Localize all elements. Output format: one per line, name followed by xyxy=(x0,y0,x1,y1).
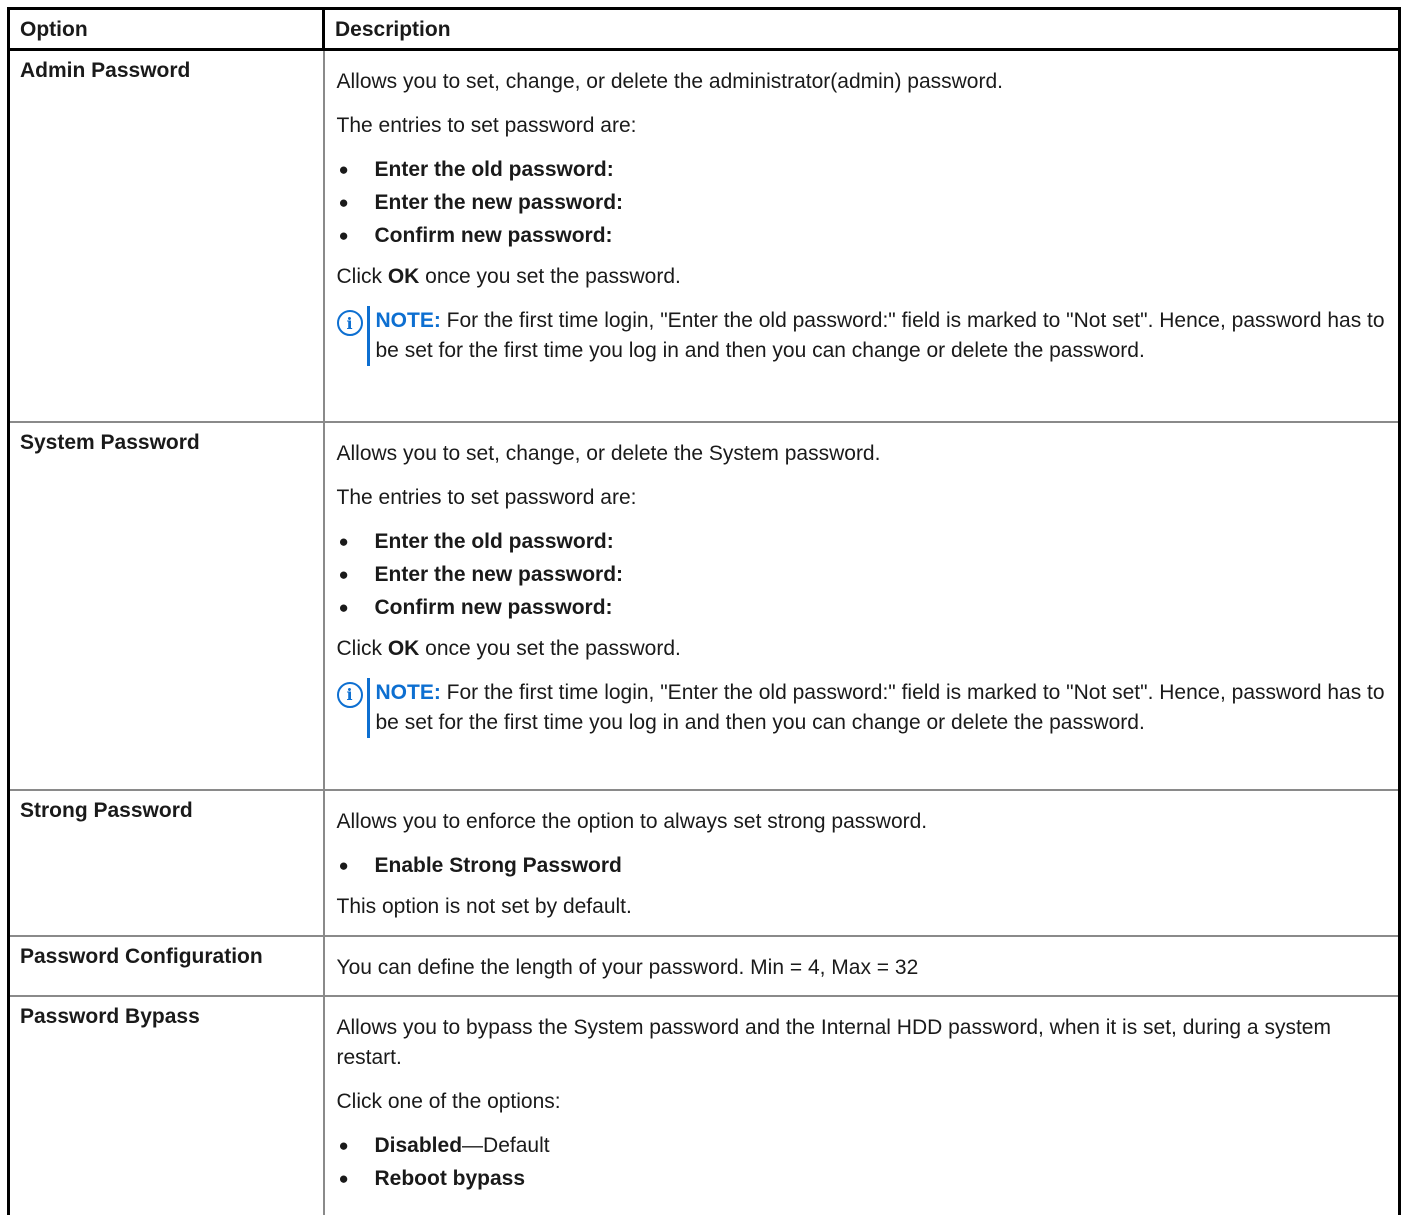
list-item: ● Enable Strong Password xyxy=(337,849,1389,882)
description-intro: Allows you to set, change, or delete the… xyxy=(336,70,1004,93)
table-row: Admin Password Allows you to set, change… xyxy=(7,48,1401,423)
bullet-icon: ● xyxy=(338,1168,349,1188)
note-divider xyxy=(366,306,370,366)
list-item: ● Confirm new password: xyxy=(337,219,1389,252)
option-system-password: System Password xyxy=(7,420,325,791)
click-ok-text: Click OK once you set the password. xyxy=(336,636,681,660)
list-item: ● Confirm new password: xyxy=(337,591,1389,624)
description-strong-password: Allows you to enforce the option to alwa… xyxy=(322,788,1401,937)
entries-list: ● Enable Strong Password xyxy=(337,849,1389,882)
bullet-icon: ● xyxy=(338,564,349,584)
click-options-label: Click one of the options: xyxy=(336,1089,561,1113)
option-strong-password: Strong Password xyxy=(7,788,325,937)
note-divider xyxy=(366,677,370,738)
description-footer: This option is not set by default. xyxy=(336,894,632,918)
bullet-icon: ● xyxy=(338,226,349,245)
table-row: Password Configuration You can define th… xyxy=(7,934,1401,997)
entries-label: The entries to set password are: xyxy=(336,114,637,137)
note-text: NOTE: For the first time login, "Enter t… xyxy=(375,680,1385,734)
bullet-icon: ● xyxy=(338,193,349,212)
list-item: ● Disabled—Default xyxy=(337,1129,1389,1162)
description-system-password: Allows you to set, change, or delete the… xyxy=(322,420,1401,791)
description-intro: Allows you to enforce the option to alwa… xyxy=(336,809,928,833)
info-icon: i xyxy=(336,310,363,336)
description-password-bypass: Allows you to bypass the System password… xyxy=(322,994,1401,1215)
click-ok-text: Click OK once you set the password. xyxy=(336,265,681,288)
table-row: System Password Allows you to set, chang… xyxy=(7,420,1401,791)
list-item: ● Enter the old password: xyxy=(337,153,1389,186)
entries-list: ● Enter the old password: ● Enter the new … xyxy=(337,525,1389,624)
bullet-icon: ● xyxy=(338,531,349,551)
header-option: Option xyxy=(7,7,325,51)
option-admin-password: Admin Password xyxy=(7,48,325,423)
table-header-row: Option Description xyxy=(7,7,1401,51)
entries-label: The entries to set password are: xyxy=(336,485,637,509)
bullet-icon: ● xyxy=(338,855,349,875)
description-admin-password: Allows you to set, change, or delete the… xyxy=(322,48,1401,423)
bullet-icon: ● xyxy=(338,1135,349,1155)
note-block: i NOTE: For the first time login, "Enter… xyxy=(336,677,1389,738)
header-description: Description xyxy=(322,7,1401,51)
list-item: ● Enter the old password: xyxy=(337,525,1389,558)
description-intro: Allows you to bypass the System password… xyxy=(336,1015,1331,1069)
entries-list: ● Enter the old password: ● Enter the new … xyxy=(337,153,1389,252)
list-item: ● Enter the new password: xyxy=(337,186,1389,219)
bullet-icon: ● xyxy=(338,597,349,617)
description-intro: Allows you to set, change, or delete the… xyxy=(336,441,881,465)
note-text: NOTE: For the first time login, "Enter t… xyxy=(375,309,1385,362)
table-row: Password Bypass Allows you to bypass the… xyxy=(7,994,1401,1215)
note-block: i NOTE: For the first time login, "Enter… xyxy=(336,306,1389,366)
list-item: ● Enter the new password: xyxy=(337,558,1389,591)
description-password-configuration: You can define the length of your passwo… xyxy=(322,934,1401,997)
bullet-icon: ● xyxy=(338,160,349,179)
list-item: ● Reboot bypass xyxy=(337,1162,1389,1195)
option-password-configuration: Password Configuration xyxy=(7,934,325,997)
option-password-bypass: Password Bypass xyxy=(7,994,325,1215)
description-intro: You can define the length of your passwo… xyxy=(336,955,919,979)
table-row: Strong Password Allows you to enforce th… xyxy=(7,788,1401,937)
info-icon: i xyxy=(336,681,363,708)
entries-list: ● Disabled—Default ● Reboot bypass xyxy=(337,1129,1389,1195)
password-options-table: Option Description Admin Password Allows… xyxy=(7,7,1401,1215)
